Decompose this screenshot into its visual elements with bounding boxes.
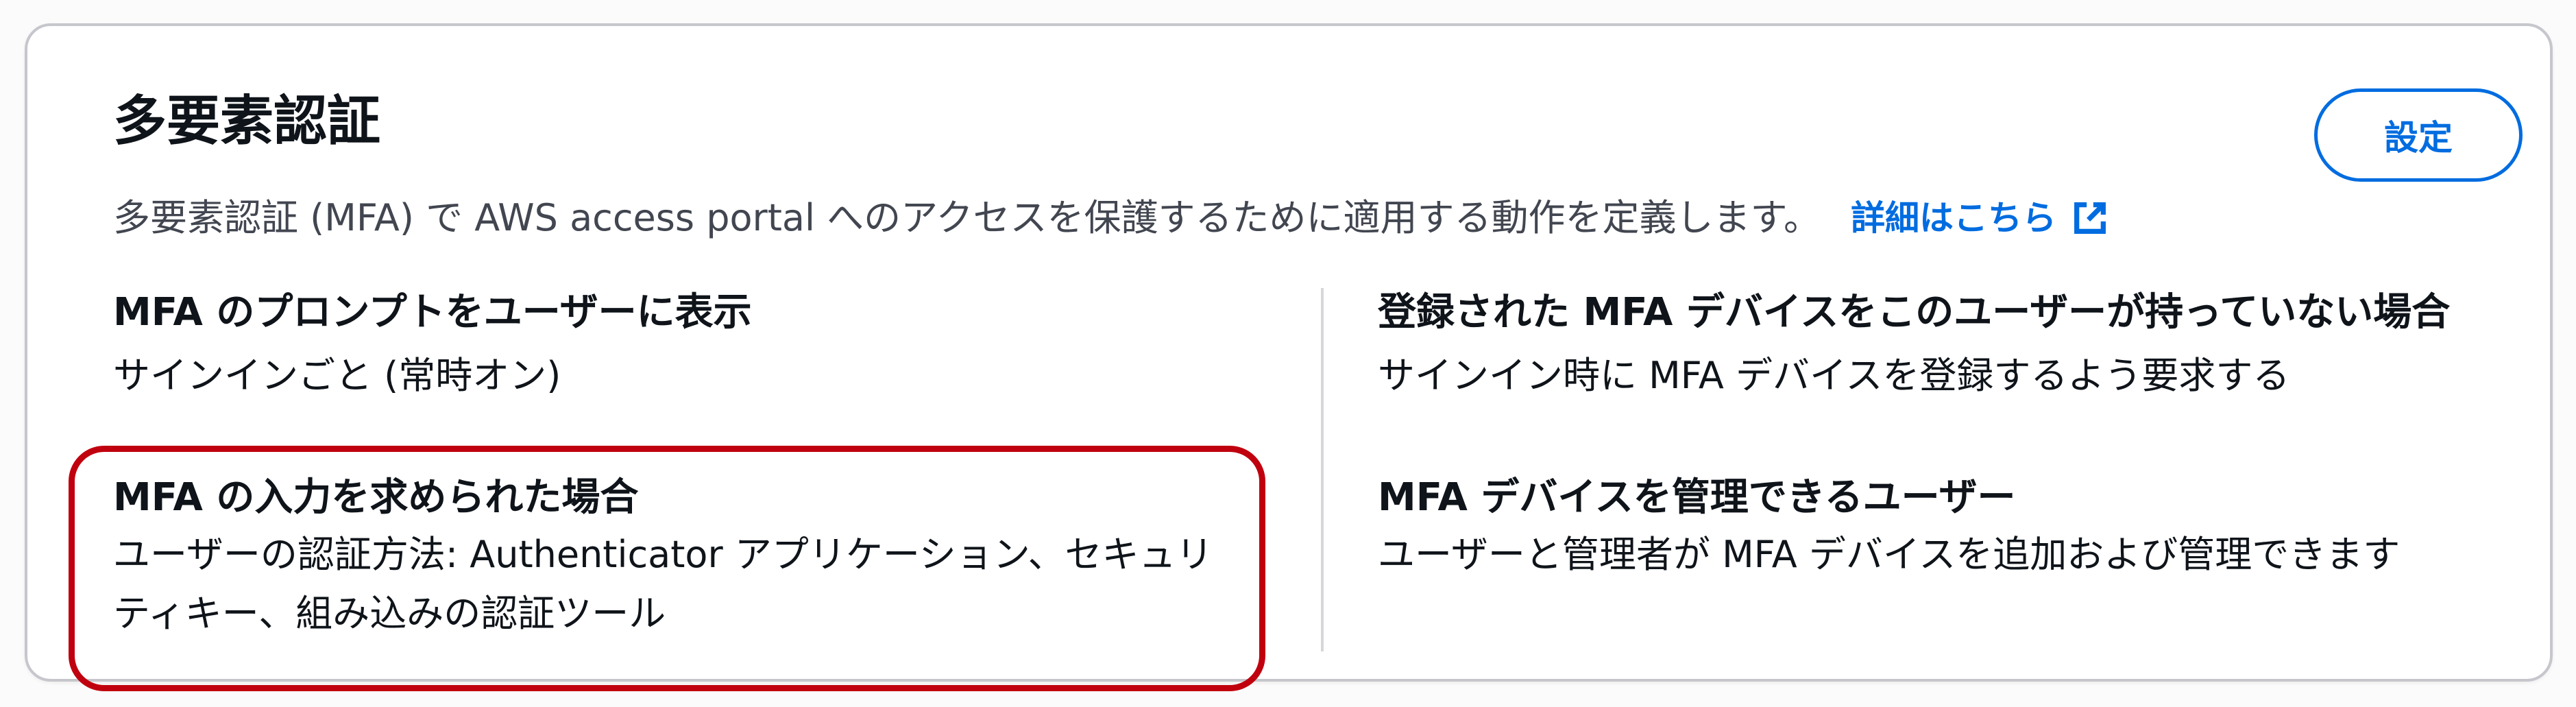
prompt-users-value: サインインごと (常時オン) xyxy=(113,354,561,397)
no-mfa-device-value: サインイン時に MFA デバイスを登録するよう要求する xyxy=(1378,354,2290,397)
column-divider xyxy=(1321,288,1324,651)
mfa-settings-panel: 多要素認証 設定 多要素認証 (MFA) で AWS access portal… xyxy=(25,23,2553,691)
section-description: 多要素認証 (MFA) で AWS access portal へのアクセスを保… xyxy=(113,196,2110,241)
description-text: 多要素認証 (MFA) で AWS access portal へのアクセスを保… xyxy=(113,196,1821,239)
section-title: 多要素認証 xyxy=(113,91,381,152)
external-link-icon xyxy=(2074,202,2106,235)
settings-button[interactable]: 設定 xyxy=(2314,88,2523,182)
highlight-annotation-box xyxy=(69,446,1265,691)
no-mfa-device-label: 登録された MFA デバイスをこのユーザーが持っていない場合 xyxy=(1378,290,2451,335)
manage-devices-label: MFA デバイスを管理できるユーザー xyxy=(1378,475,2016,520)
prompt-users-label: MFA のプロンプトをユーザーに表示 xyxy=(113,290,752,335)
learn-more-label: 詳細はこちら xyxy=(1851,198,2057,239)
manage-devices-value: ユーザーと管理者が MFA デバイスを追加および管理できます xyxy=(1378,533,2401,576)
learn-more-link[interactable]: 詳細はこちら xyxy=(1851,197,2110,239)
